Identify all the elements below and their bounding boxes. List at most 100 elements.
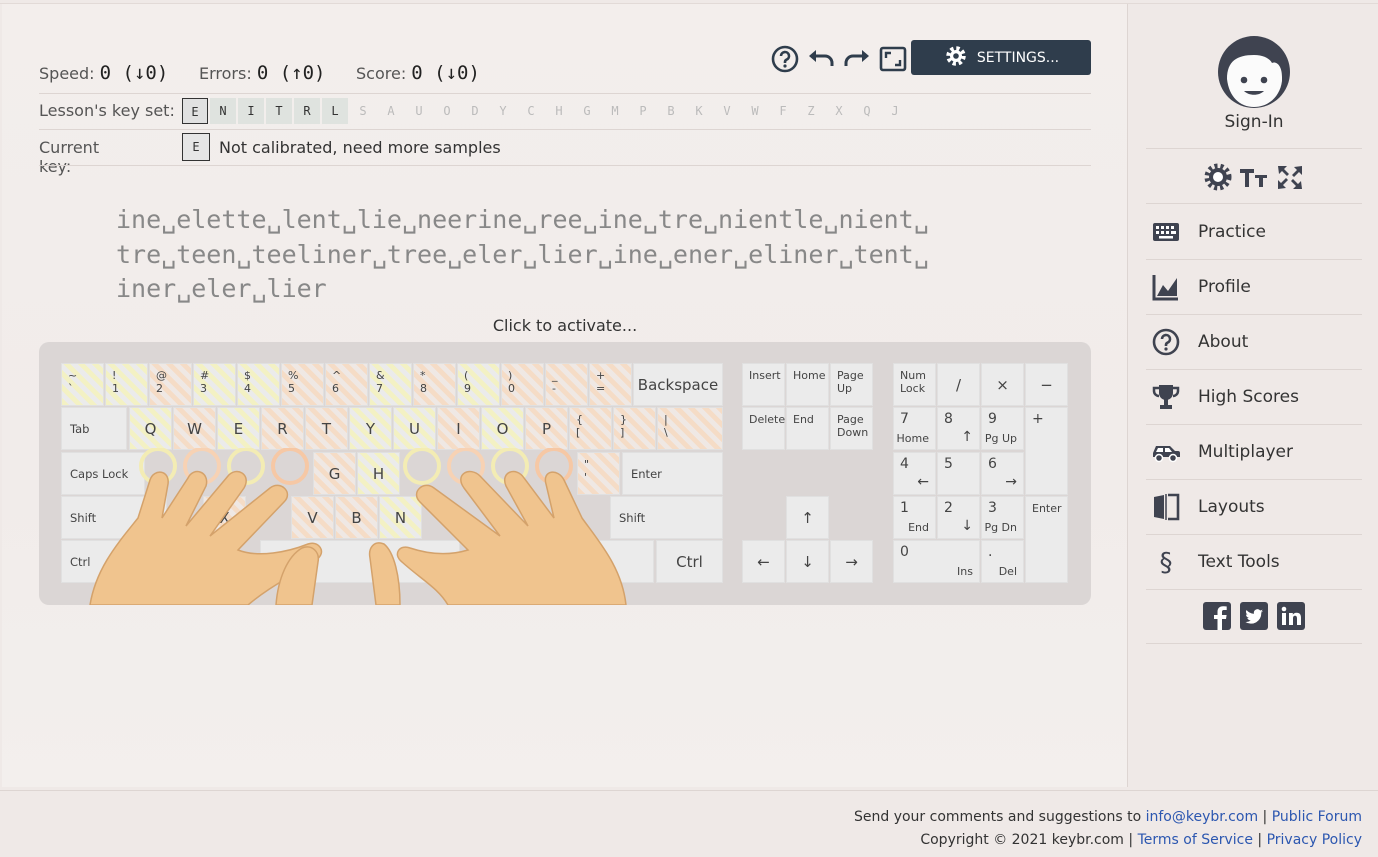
numpad-6-key[interactable]: 6 →	[981, 452, 1024, 495]
numpad-4-key[interactable]: 4 ←	[893, 452, 936, 495]
key-shift-label: #	[200, 369, 210, 382]
numpad-dot-key[interactable]: . Del	[981, 540, 1024, 583]
key--[interactable]: _ -	[545, 363, 588, 406]
page-up-key[interactable]: Page Up	[830, 363, 873, 406]
fullscreen-icon[interactable]	[878, 44, 908, 74]
backspace-key[interactable]: Backspace	[633, 363, 723, 406]
key-i[interactable]: I	[437, 407, 480, 450]
font-size-icon[interactable]	[1238, 160, 1272, 194]
key-bracket-1[interactable]: }]	[613, 407, 656, 450]
keyset-key: F	[779, 104, 787, 118]
key-label: U	[409, 419, 420, 438]
numpad-5-key[interactable]: 5	[937, 452, 980, 495]
arrow-right-key[interactable]: →	[830, 540, 873, 583]
key-o[interactable]: O	[481, 407, 524, 450]
key-0[interactable]: ) 0	[501, 363, 544, 406]
key-4[interactable]: $4	[237, 363, 280, 406]
key-3[interactable]: #3	[193, 363, 236, 406]
car-icon	[1146, 438, 1186, 466]
numpad-8-key[interactable]: 8 ↑	[937, 407, 980, 450]
nav-item-multiplayer[interactable]: Multiplayer	[1146, 425, 1362, 479]
forum-link[interactable]: Public Forum	[1272, 809, 1362, 825]
numpad-minus-key[interactable]: −	[1025, 363, 1068, 406]
key-`[interactable]: ~ `	[61, 363, 104, 406]
nav-item-high-scores[interactable]: High Scores	[1146, 370, 1362, 424]
linkedin-icon[interactable]	[1276, 601, 1306, 635]
undo-icon[interactable]	[806, 44, 836, 74]
key-shift-label: !	[112, 369, 117, 382]
numpad-7-key[interactable]: 7 Home	[893, 407, 936, 450]
insert-key[interactable]: Insert	[742, 363, 785, 406]
terms-link[interactable]: Terms of Service	[1138, 832, 1253, 848]
key-shift-label: &	[376, 369, 385, 382]
lesson-line: iner␣eler␣lier	[116, 274, 327, 303]
key-1[interactable]: ! 1	[105, 363, 148, 406]
key-bracket-2[interactable]: | \	[657, 407, 723, 450]
key-base-label: 6	[332, 382, 339, 395]
key-y[interactable]: Y	[349, 407, 392, 450]
keyset-key: V	[723, 104, 731, 118]
nav-item-practice[interactable]: Practice	[1146, 205, 1362, 259]
key-r[interactable]: R	[261, 407, 304, 450]
expand-icon[interactable]	[1274, 160, 1308, 194]
numpad-divide-key[interactable]: /	[937, 363, 980, 406]
privacy-link[interactable]: Privacy Policy	[1267, 832, 1362, 848]
theme-icon[interactable]	[1202, 160, 1236, 194]
arrow-up-key[interactable]: ↑	[786, 496, 829, 539]
question-icon	[1146, 328, 1186, 356]
errors-label: Errors:	[199, 64, 252, 83]
key-e[interactable]: E	[217, 407, 260, 450]
key-label: Page Down	[837, 413, 869, 439]
avatar-icon[interactable]	[1217, 35, 1291, 113]
settings-button[interactable]: SETTINGS...	[911, 40, 1091, 75]
end-key[interactable]: End	[786, 407, 829, 450]
activate-prompt[interactable]: Click to activate...	[0, 316, 1130, 335]
nav-item-layouts[interactable]: Layouts	[1146, 480, 1362, 534]
key-shift-label: +	[596, 369, 606, 382]
tab-key[interactable]: Tab	[61, 407, 127, 450]
key-8[interactable]: * 8	[413, 363, 456, 406]
numpad-1-key[interactable]: 1 End	[893, 496, 936, 539]
key-t[interactable]: T	[305, 407, 348, 450]
key-u[interactable]: U	[393, 407, 436, 450]
redo-icon[interactable]	[842, 44, 872, 74]
numlock-key[interactable]: Num Lock	[893, 363, 936, 406]
arrow-down-key[interactable]: ↓	[786, 540, 829, 583]
key-2[interactable]: @2	[149, 363, 192, 406]
numpad-multiply-key[interactable]: ×	[981, 363, 1024, 406]
twitter-icon[interactable]	[1239, 601, 1269, 635]
lesson-text[interactable]: ine␣elette␣lent␣lie␣neerine␣ree␣ine␣tre␣…	[116, 203, 1016, 307]
numpad-2-key[interactable]: 2 ↓	[937, 496, 980, 539]
email-link[interactable]: info@keybr.com	[1146, 809, 1258, 825]
page-down-key[interactable]: Page Down	[830, 407, 873, 450]
key-label: Backspace	[637, 375, 719, 394]
home-key[interactable]: Home	[786, 363, 829, 406]
key-9[interactable]: (9	[457, 363, 500, 406]
numpad-3-key[interactable]: 3 Pg Dn	[981, 496, 1024, 539]
keyset-key: Z	[807, 104, 815, 118]
nav-item-label: About	[1198, 332, 1249, 352]
enter-key[interactable]: Enter	[622, 452, 723, 495]
arrow-left-key[interactable]: ←	[742, 540, 785, 583]
delete-key[interactable]: Delete	[742, 407, 785, 450]
key-5[interactable]: % 5	[281, 363, 324, 406]
key-=[interactable]: + =	[589, 363, 632, 406]
nav-item-profile[interactable]: Profile	[1146, 260, 1362, 314]
ctrl-right-key[interactable]: Ctrl	[656, 540, 723, 583]
facebook-icon[interactable]	[1202, 601, 1232, 635]
key-p[interactable]: P	[525, 407, 568, 450]
key-q[interactable]: Q	[129, 407, 172, 450]
numpad-enter-key[interactable]: Enter	[1025, 496, 1068, 583]
settings-label: SETTINGS...	[976, 49, 1060, 66]
nav-item-text-tools[interactable]: § Text Tools	[1146, 535, 1362, 589]
key-7[interactable]: & 7	[369, 363, 412, 406]
key-w[interactable]: W	[173, 407, 216, 450]
numpad-plus-key[interactable]: +	[1025, 407, 1068, 495]
nav-item-about[interactable]: About	[1146, 315, 1362, 369]
key-6[interactable]: ^ 6	[325, 363, 368, 406]
numpad-0-key[interactable]: 0 Ins	[893, 540, 980, 583]
signin-link[interactable]: Sign-In	[1128, 112, 1378, 132]
numpad-9-key[interactable]: 9 Pg Up	[981, 407, 1024, 450]
help-icon[interactable]	[770, 44, 800, 74]
key-bracket-0[interactable]: {[	[569, 407, 612, 450]
